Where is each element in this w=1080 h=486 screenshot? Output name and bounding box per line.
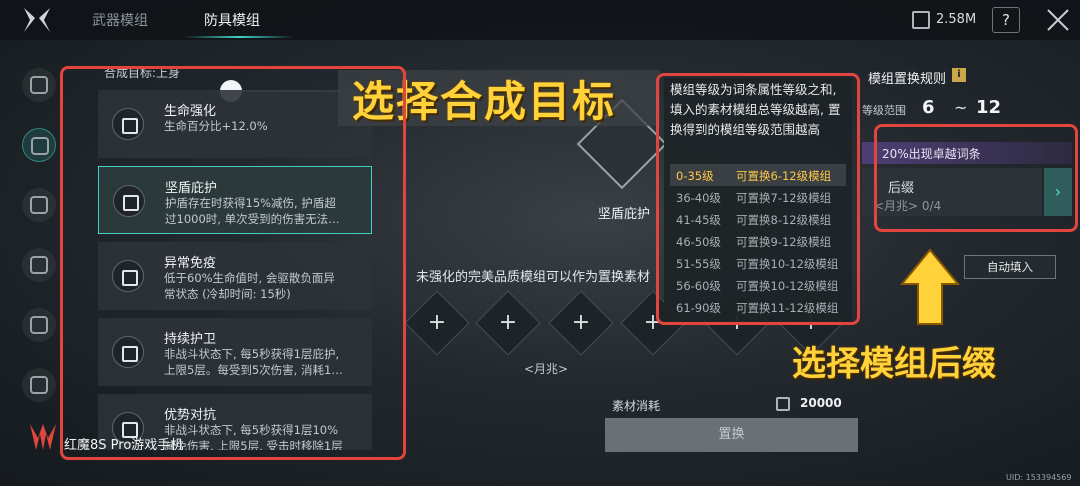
currency-icon [776, 397, 790, 411]
helmet-icon[interactable] [22, 68, 56, 102]
overlay-suffix-title: 选择模组后缀 [792, 344, 996, 384]
up-arrow-icon [900, 248, 960, 325]
plus-icon: + [427, 310, 447, 335]
level-range-max: 12 [976, 97, 1002, 118]
active-tab-indicator [184, 36, 294, 38]
level-range-min: 6 [922, 97, 935, 118]
device-watermark: 红魔8S Pro游戏手机 [64, 438, 184, 453]
material-hint: 未强化的完美品质模组可以作为置换素材 [416, 270, 651, 285]
redmagic-logo-icon [30, 424, 56, 450]
annotation-box-rules [656, 73, 860, 325]
close-icon[interactable] [1044, 6, 1072, 34]
suffix-type-label: <月兆> [524, 362, 569, 376]
level-range-separator: ~ [954, 98, 968, 117]
cost-label: 素材消耗 [612, 399, 661, 413]
currency-value: 2.58M [936, 12, 977, 27]
boots-icon[interactable] [22, 248, 56, 282]
pants-icon[interactable] [22, 188, 56, 222]
help-button[interactable]: ? [992, 7, 1020, 33]
tab-armor-mods[interactable]: 防具模组 [204, 10, 260, 30]
annotation-box-target [60, 66, 406, 460]
cost-value: 20000 [800, 396, 842, 410]
body-armor-icon[interactable] [22, 128, 56, 162]
swap-rules-title: 模组置换规则 [868, 72, 947, 87]
plus-icon: + [571, 310, 591, 335]
selected-mod-name: 坚盾庇护 [598, 207, 651, 222]
plus-icon: + [498, 310, 518, 335]
mask-icon[interactable] [22, 368, 56, 402]
swap-button[interactable]: 置换 [605, 418, 858, 452]
level-range-label: 等级范围 [862, 104, 906, 117]
annotation-box-suffix [874, 124, 1078, 232]
gloves-icon[interactable] [22, 308, 56, 342]
info-icon[interactable]: i [952, 68, 966, 82]
user-id: UID: 153394569 [1006, 473, 1072, 482]
autofill-button[interactable]: 自动填入 [964, 255, 1056, 279]
game-logo-icon [24, 8, 50, 32]
tab-weapon-mods[interactable]: 武器模组 [92, 10, 148, 30]
currency-icon [912, 11, 930, 29]
